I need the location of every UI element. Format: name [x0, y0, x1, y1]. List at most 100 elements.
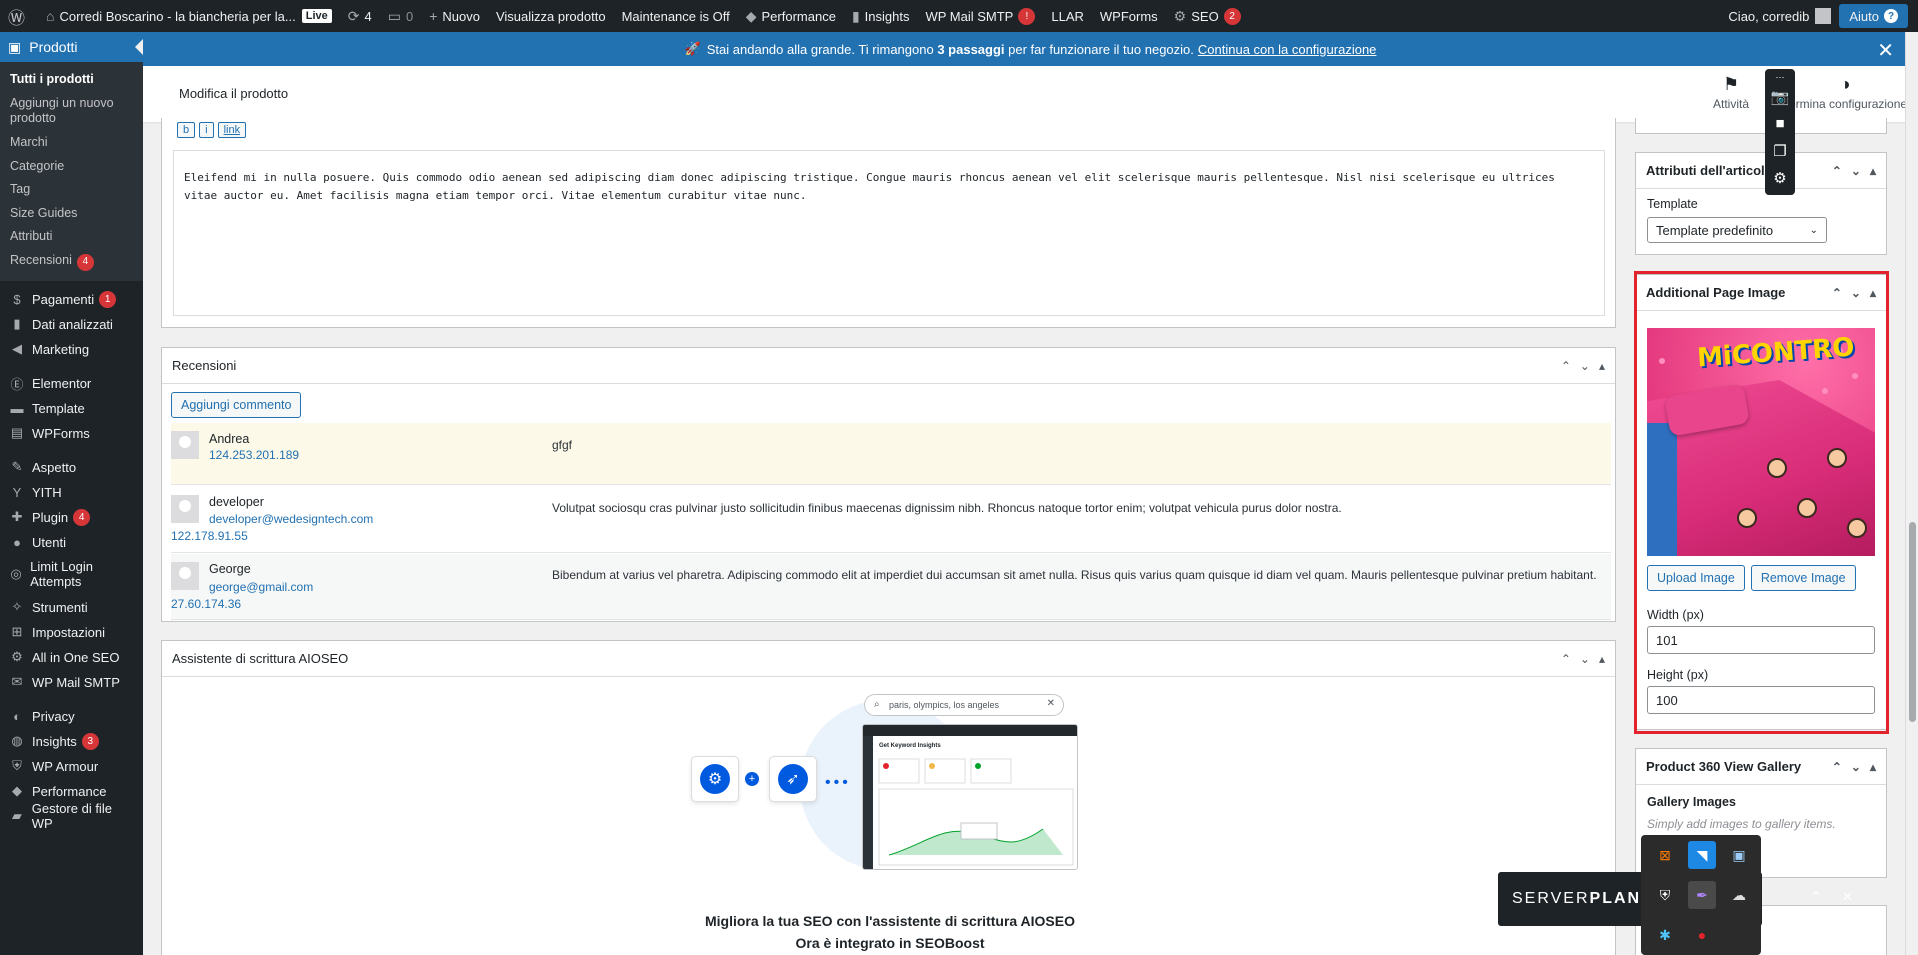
- link-button[interactable]: link: [217, 122, 247, 138]
- gear-icon[interactable]: ⚙: [1773, 164, 1786, 191]
- insights-link[interactable]: ▮ Insights: [844, 0, 918, 32]
- sidebar-item-insights[interactable]: ◍ Insights 3: [0, 729, 143, 754]
- xampp-icon[interactable]: ⊠: [1651, 841, 1679, 869]
- remove-image-button[interactable]: Remove Image: [1750, 565, 1856, 591]
- width-input[interactable]: 101: [1647, 626, 1875, 654]
- wp-mail-smtp-link[interactable]: WP Mail SMTP!: [917, 0, 1043, 32]
- help-button[interactable]: Aiuto?: [1839, 4, 1908, 28]
- submenu-all-products[interactable]: Tutti i prodotti: [0, 68, 143, 92]
- sidebar-item-performance[interactable]: ◆ Performance: [0, 779, 143, 804]
- cloud-off-icon[interactable]: ☁: [1725, 881, 1753, 909]
- template-select[interactable]: Template predefinito ⌄: [1647, 217, 1827, 243]
- collapse-icon[interactable]: ▴: [1870, 164, 1876, 178]
- submenu-size-guides[interactable]: Size Guides: [0, 202, 143, 226]
- wordpress-logo-icon[interactable]: Ⓦ: [0, 0, 38, 32]
- sidebar-item-marketing[interactable]: ◀ Marketing: [0, 337, 143, 362]
- view-product-link[interactable]: Visualizza prodotto: [488, 0, 614, 32]
- collapse-icon[interactable]: ▴: [1599, 652, 1605, 666]
- description-textarea[interactable]: Eleifend mi in nulla posuere. Quis commo…: [173, 150, 1605, 316]
- review-email-link[interactable]: george@gmail.com: [209, 580, 313, 594]
- page-scrollbar[interactable]: [1905, 32, 1918, 955]
- performance-link[interactable]: ◆ Performance: [738, 0, 844, 32]
- close-icon[interactable]: ✕: [1842, 889, 1853, 905]
- scrollbar-thumb[interactable]: [1909, 522, 1916, 722]
- review-ip-link[interactable]: 124.253.201.189: [209, 448, 299, 462]
- my-account-link[interactable]: Ciao, corredib: [1720, 0, 1839, 32]
- display-icon[interactable]: ▣: [1725, 841, 1753, 869]
- slack-icon[interactable]: ✱: [1651, 921, 1679, 949]
- sidebar-item-elementor[interactable]: Ⓔ Elementor: [0, 371, 143, 396]
- new-content-link[interactable]: + Nuovo: [421, 0, 488, 32]
- copy-icon[interactable]: ❐: [1773, 137, 1786, 164]
- toolbar-handle-icon[interactable]: ⋯: [1776, 71, 1785, 83]
- sidebar-item-privacy[interactable]: ◐ Privacy: [0, 704, 143, 729]
- sidebar-item-pagamenti[interactable]: $ Pagamenti 1: [0, 287, 143, 312]
- sidebar-item-prodotti[interactable]: ▣ Prodotti: [0, 32, 143, 62]
- move-up-icon[interactable]: ⌃: [1832, 286, 1842, 300]
- shield-tray-icon[interactable]: ⛨: [1651, 881, 1679, 909]
- move-down-icon[interactable]: ⌄: [1851, 286, 1861, 300]
- collapse-icon[interactable]: ▴: [1870, 760, 1876, 774]
- sidebar-item-impostazioni[interactable]: ⊞ Impostazioni: [0, 620, 143, 645]
- review-ip-link[interactable]: 122.178.91.55: [171, 529, 248, 543]
- sidebar-item-utenti[interactable]: ● Utenti: [0, 530, 143, 555]
- wpforms-link[interactable]: WPForms: [1092, 0, 1166, 32]
- sidebar-item-template[interactable]: ▬ Template: [0, 396, 143, 421]
- move-up-icon[interactable]: ⌃: [1832, 760, 1842, 774]
- publish-panel-stub: [1635, 118, 1887, 134]
- sidebar-item-plugin[interactable]: ✚ Plugin 4: [0, 505, 143, 530]
- aioseo-illustration: ⚙ + ➶ ••• Get Keyword Insights ⌕ paris, o…: [685, 690, 1085, 870]
- height-input[interactable]: 100: [1647, 686, 1875, 714]
- review-email-link[interactable]: developer@wedesigntech.com: [209, 512, 373, 526]
- sidebar-item-aspetto[interactable]: ✎ Aspetto: [0, 455, 143, 480]
- sidebar-item-file-manager[interactable]: ▰ Gestore di file WP: [0, 801, 143, 831]
- move-up-icon[interactable]: ⌃: [1561, 652, 1571, 666]
- chevron-up-icon[interactable]: ⌃: [1811, 889, 1823, 903]
- sidebar-item-analytics[interactable]: ▮ Dati analizzati: [0, 312, 143, 337]
- finish-setup-button[interactable]: ◑ Termina configurazione: [1783, 74, 1907, 111]
- move-down-icon[interactable]: ⌄: [1580, 652, 1590, 666]
- move-up-icon[interactable]: ⌃: [1561, 359, 1571, 373]
- review-ip-link[interactable]: 27.60.174.36: [171, 597, 241, 611]
- continue-setup-link[interactable]: Continua con la configurazione: [1198, 42, 1377, 57]
- add-comment-button[interactable]: Aggiungi commento: [171, 392, 302, 418]
- submenu-brands[interactable]: Marchi: [0, 131, 143, 155]
- sidebar-item-wp-armour[interactable]: ⛨ WP Armour: [0, 754, 143, 779]
- bold-button[interactable]: b: [177, 122, 196, 138]
- activity-button[interactable]: ⚑ Attività: [1713, 74, 1749, 111]
- keyword-insights-preview: Get Keyword Insights: [862, 724, 1078, 870]
- sidebar-item-yith[interactable]: Y YITH: [0, 480, 143, 505]
- move-up-icon[interactable]: ⌃: [1832, 164, 1842, 178]
- submenu-tags[interactable]: Tag: [0, 178, 143, 202]
- submenu-reviews[interactable]: Recensioni 4: [0, 249, 143, 275]
- submenu-attributes[interactable]: Attributi: [0, 225, 143, 249]
- move-down-icon[interactable]: ⌄: [1580, 359, 1590, 373]
- collapse-icon[interactable]: ▴: [1599, 359, 1605, 373]
- sidebar-item-limit-login[interactable]: ◎ Limit Login Attempts: [0, 555, 143, 595]
- archive-icon: ▣: [8, 38, 22, 55]
- sidebar-item-strumenti[interactable]: ✧ Strumenti: [0, 595, 143, 620]
- sidebar-item-wpforms[interactable]: ▤ WPForms: [0, 421, 143, 446]
- sidebar-item-wp-mail-smtp[interactable]: ✉ WP Mail SMTP: [0, 670, 143, 695]
- comments-link[interactable]: ▭ 0: [380, 0, 421, 32]
- move-down-icon[interactable]: ⌄: [1851, 760, 1861, 774]
- maintenance-link[interactable]: Maintenance is Off: [614, 0, 738, 32]
- close-icon[interactable]: ✕: [1877, 38, 1894, 63]
- record-icon[interactable]: ●: [1688, 921, 1716, 949]
- upload-image-button[interactable]: Upload Image: [1647, 565, 1745, 591]
- app-blue-icon[interactable]: ◥: [1688, 841, 1716, 869]
- collapse-icon[interactable]: ▴: [1870, 286, 1876, 300]
- camera-icon[interactable]: 📷: [1771, 83, 1790, 110]
- submenu-categories[interactable]: Categorie: [0, 155, 143, 179]
- updates-link[interactable]: ⟳ 4: [340, 0, 380, 32]
- move-down-icon[interactable]: ⌄: [1851, 164, 1861, 178]
- italic-button[interactable]: i: [199, 122, 214, 138]
- seo-link[interactable]: ⚙ SEO 2: [1166, 0, 1249, 32]
- feather-icon[interactable]: ✒: [1688, 881, 1716, 909]
- site-name-link[interactable]: ⌂ Corredi Boscarino - la biancheria per l…: [38, 0, 340, 32]
- submenu-add-product[interactable]: Aggiungi un nuovo prodotto: [0, 92, 143, 131]
- page-title: Modifica il prodotto: [179, 86, 289, 101]
- sidebar-item-aioseo[interactable]: ⚙ All in One SEO: [0, 645, 143, 670]
- video-icon[interactable]: ■: [1775, 110, 1784, 137]
- llar-link[interactable]: LLAR: [1043, 0, 1092, 32]
